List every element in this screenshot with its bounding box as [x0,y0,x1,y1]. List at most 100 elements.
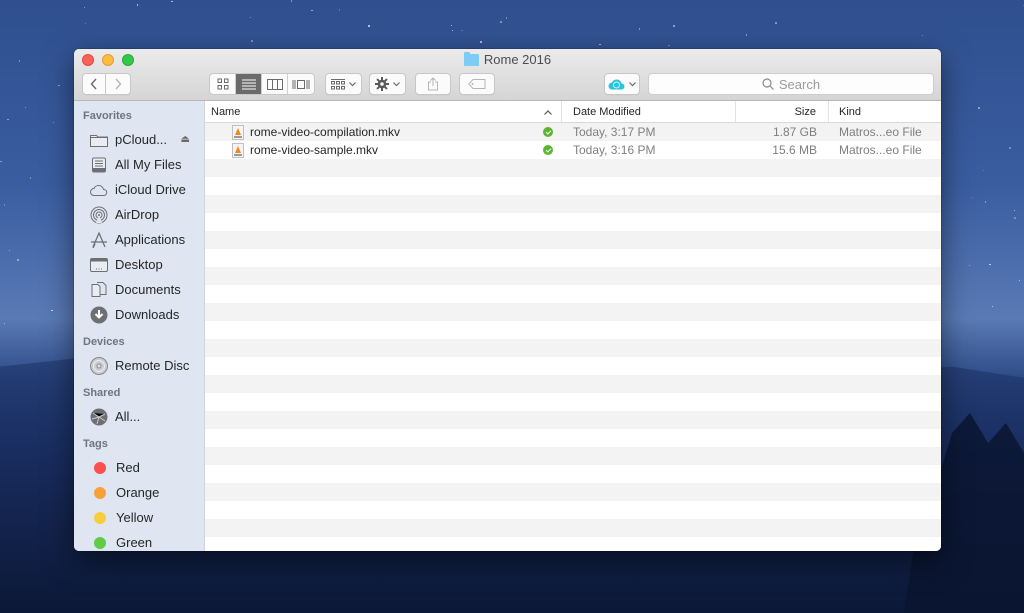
star [984,201,987,203]
pcloud-menu-button[interactable] [604,73,640,95]
back-button[interactable] [82,73,106,95]
forward-button[interactable] [106,73,131,95]
star [136,4,139,6]
cover-flow-view-button[interactable] [288,74,314,94]
sidebar-tag-green[interactable]: Green [74,530,204,551]
sidebar-item-label: All... [115,409,141,424]
star [251,40,253,42]
airdrop-icon [90,206,108,224]
sidebar-heading-favorites: Favorites [83,110,132,122]
star [982,169,985,172]
column-header-size[interactable]: Size [736,101,829,122]
file-rows: rome-video-compilation.mkv Today, 3:17 P… [205,123,941,551]
chevron-right-icon [115,78,122,90]
file-kind: Matros...eo File [839,125,922,139]
star [1018,279,1021,282]
share-icon [428,77,438,91]
star [1013,209,1016,212]
share-button[interactable] [415,73,451,95]
disc-icon [90,356,108,375]
sidebar-tag-red[interactable]: Red [74,455,204,480]
column-header-date-label: Date Modified [573,105,641,118]
file-row[interactable]: rome-video-sample.mkv Today, 3:16 PM 15.… [205,141,941,159]
gear-icon [375,77,389,91]
action-button[interactable] [369,73,406,95]
star [58,84,60,87]
sidebar-item-downloads[interactable]: Downloads [74,302,204,327]
eject-icon[interactable]: ⏏ [181,134,190,145]
star [461,29,463,32]
star [83,6,86,9]
star [921,34,924,37]
star [480,41,482,43]
sidebar-tag-orange[interactable]: Orange [74,480,204,505]
sidebar-item-label: Yellow [116,510,154,525]
star [599,43,601,46]
sidebar-item-label: Remote Disc [115,358,190,373]
sidebar-heading-devices: Devices [83,336,125,348]
search-field[interactable]: Search [648,73,934,95]
sidebar-item-icloud-drive[interactable]: iCloud Drive [74,177,204,202]
icon-view-button[interactable] [210,74,236,94]
all-files-icon [90,156,108,174]
star [991,305,994,308]
search-icon [762,78,774,90]
tag-color-dot [94,486,106,499]
window-title-text: Rome 2016 [483,52,552,67]
tag-color-dot [94,461,106,474]
sidebar-item-label: Documents [115,282,181,297]
file-kind: Matros...eo File [839,143,922,157]
file-name-cell: rome-video-compilation.mkv [205,123,562,141]
file-size: 15.6 MB [772,143,817,157]
sidebar-item-remote-disc[interactable]: Remote Disc [74,353,204,378]
chevron-down-icon [349,81,356,86]
file-name-cell: rome-video-sample.mkv [205,141,562,159]
column-header-size-label: Size [794,105,816,118]
star [968,264,971,267]
list-view-button[interactable] [236,74,262,94]
folder-icon [463,52,479,66]
finder-window: Rome 2016 Search Favorites pCloud... ⏏ A… [74,49,941,551]
chevron-down-icon [629,81,636,86]
star [29,177,32,179]
tag-color-dot [94,511,106,524]
downloads-icon [90,306,108,324]
star [668,44,670,47]
star [368,25,370,27]
tag-icon [468,79,486,89]
sidebar-tag-yellow[interactable]: Yellow [74,505,204,530]
list-icon [241,79,256,89]
star [978,107,980,109]
documents-icon [90,281,108,299]
column-view-button[interactable] [262,74,288,94]
applications-icon [90,230,108,249]
star [1009,147,1011,149]
sync-status-icon [543,127,553,137]
column-header-name[interactable]: Name [205,101,562,122]
sidebar-item-applications[interactable]: Applications [74,227,204,252]
arrange-button[interactable] [325,73,362,95]
chevron-down-icon [393,81,400,86]
sidebar-item-airdrop[interactable]: AirDrop [74,202,204,227]
titlebar: Rome 2016 Search [74,49,941,101]
sidebar-item-label: Red [116,460,140,475]
pcloud-icon [608,79,625,90]
sidebar-item-all-my-files[interactable]: All My Files [74,152,204,177]
sync-status-icon [543,145,553,155]
sidebar-item-desktop[interactable]: Desktop [74,252,204,277]
star [52,121,55,124]
column-header-date[interactable]: Date Modified [562,101,736,122]
file-row[interactable]: rome-video-compilation.mkv Today, 3:17 P… [205,123,941,141]
sidebar-item-documents[interactable]: Documents [74,277,204,302]
edit-tags-button[interactable] [459,73,495,95]
coverflow-icon [292,79,310,89]
sidebar-item-pcloud[interactable]: pCloud... ⏏ [74,127,204,152]
star [745,34,748,36]
column-header-kind-label: Kind [839,105,862,118]
star [638,28,641,30]
column-header-kind[interactable]: Kind [829,101,941,122]
arrange-icon [331,78,345,89]
network-icon [90,408,108,426]
sidebar-item-shared-all[interactable]: All... [74,404,204,429]
file-date: Today, 3:16 PM [573,143,656,157]
